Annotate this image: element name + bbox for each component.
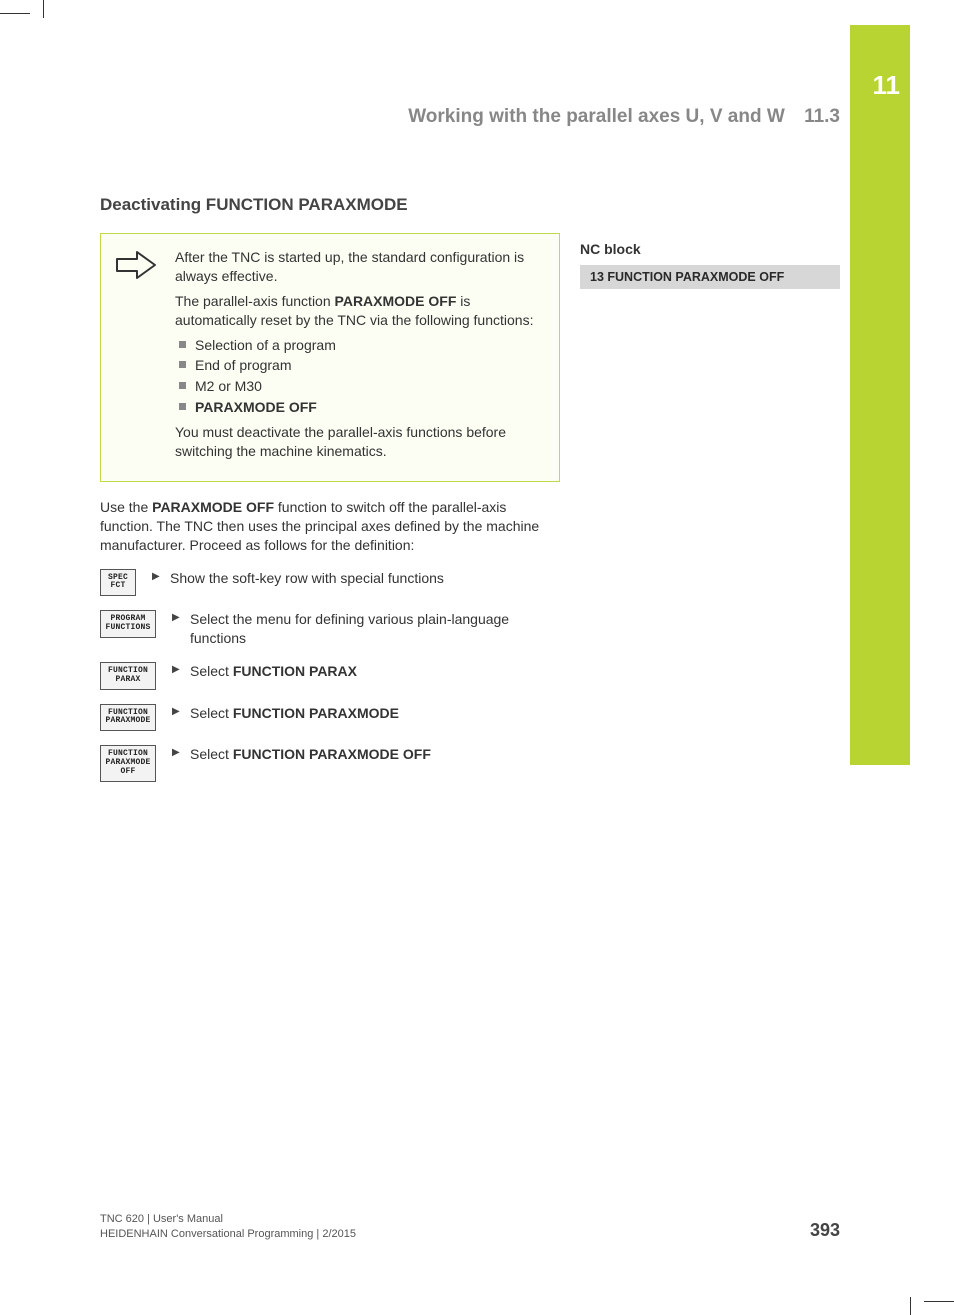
two-column: After the TNC is started up, the standar…	[100, 233, 840, 796]
arrow-right-icon	[115, 248, 163, 285]
softkey-function-parax: FUNCTION PARAX	[100, 662, 156, 690]
content: Deactivating FUNCTION PARAXMODE After th…	[100, 195, 840, 796]
right-column: NC block 13 FUNCTION PARAXMODE OFF	[580, 233, 840, 796]
procedure-step: FUNCTION PARAXMODE OFF Select FUNCTION P…	[100, 745, 560, 781]
chapter-number: 11	[873, 70, 901, 101]
procedure-step: FUNCTION PARAXMODE Select FUNCTION PARAX…	[100, 704, 560, 732]
crop-mark	[924, 1301, 954, 1302]
softkey-function-paraxmode: FUNCTION PARAXMODE	[100, 704, 156, 732]
list-item: M2 or M30	[175, 377, 545, 396]
note-list: Selection of a program End of program M2…	[175, 336, 545, 418]
softkey-program-functions: PROGRAM FUNCTIONS	[100, 610, 156, 638]
page-number: 393	[810, 1220, 840, 1241]
header-title: Working with the parallel axes U, V and …	[408, 106, 785, 127]
list-item: End of program	[175, 356, 545, 375]
nc-block: 13 FUNCTION PARAXMODE OFF	[580, 265, 840, 289]
page-title: Deactivating FUNCTION PARAXMODE	[100, 195, 840, 215]
crop-mark	[0, 13, 30, 14]
list-item: PARAXMODE OFF	[175, 398, 545, 417]
list-item: Selection of a program	[175, 336, 545, 355]
softkey-spec-fct: SPEC FCT	[100, 569, 136, 597]
procedure-step: SPEC FCT Show the soft-key row with spec…	[100, 569, 560, 597]
crop-mark	[910, 1297, 911, 1315]
body-paragraph: Use the PARAXMODE OFF function to switch…	[100, 498, 560, 555]
step-text: Select FUNCTION PARAX	[172, 662, 560, 681]
running-header: Working with the parallel axes U, V and …	[100, 106, 840, 128]
crop-mark	[43, 0, 44, 18]
nc-block-title: NC block	[580, 241, 840, 257]
footer: TNC 620 | User's Manual HEIDENHAIN Conve…	[100, 1212, 840, 1241]
step-text: Select FUNCTION PARAXMODE	[172, 704, 560, 723]
note-paragraph: After the TNC is started up, the standar…	[175, 248, 545, 286]
header-section: 11.3	[804, 106, 840, 127]
step-text: Select FUNCTION PARAXMODE OFF	[172, 745, 560, 764]
page: 11 Working with the parallel axes U, V a…	[0, 0, 954, 1315]
left-column: After the TNC is started up, the standar…	[100, 233, 560, 796]
procedure-step: PROGRAM FUNCTIONS Select the menu for de…	[100, 610, 560, 648]
footer-text: TNC 620 | User's Manual HEIDENHAIN Conve…	[100, 1212, 356, 1241]
note-paragraph: You must deactivate the parallel-axis fu…	[175, 423, 545, 461]
note-body: After the TNC is started up, the standar…	[175, 248, 545, 467]
step-text: Show the soft-key row with special funct…	[152, 569, 560, 588]
chapter-tab: 11	[850, 25, 910, 765]
note-box: After the TNC is started up, the standar…	[100, 233, 560, 482]
step-text: Select the menu for defining various pla…	[172, 610, 560, 648]
procedure-step: FUNCTION PARAX Select FUNCTION PARAX	[100, 662, 560, 690]
note-paragraph: The parallel-axis function PARAXMODE OFF…	[175, 292, 545, 330]
softkey-function-paraxmode-off: FUNCTION PARAXMODE OFF	[100, 745, 156, 781]
